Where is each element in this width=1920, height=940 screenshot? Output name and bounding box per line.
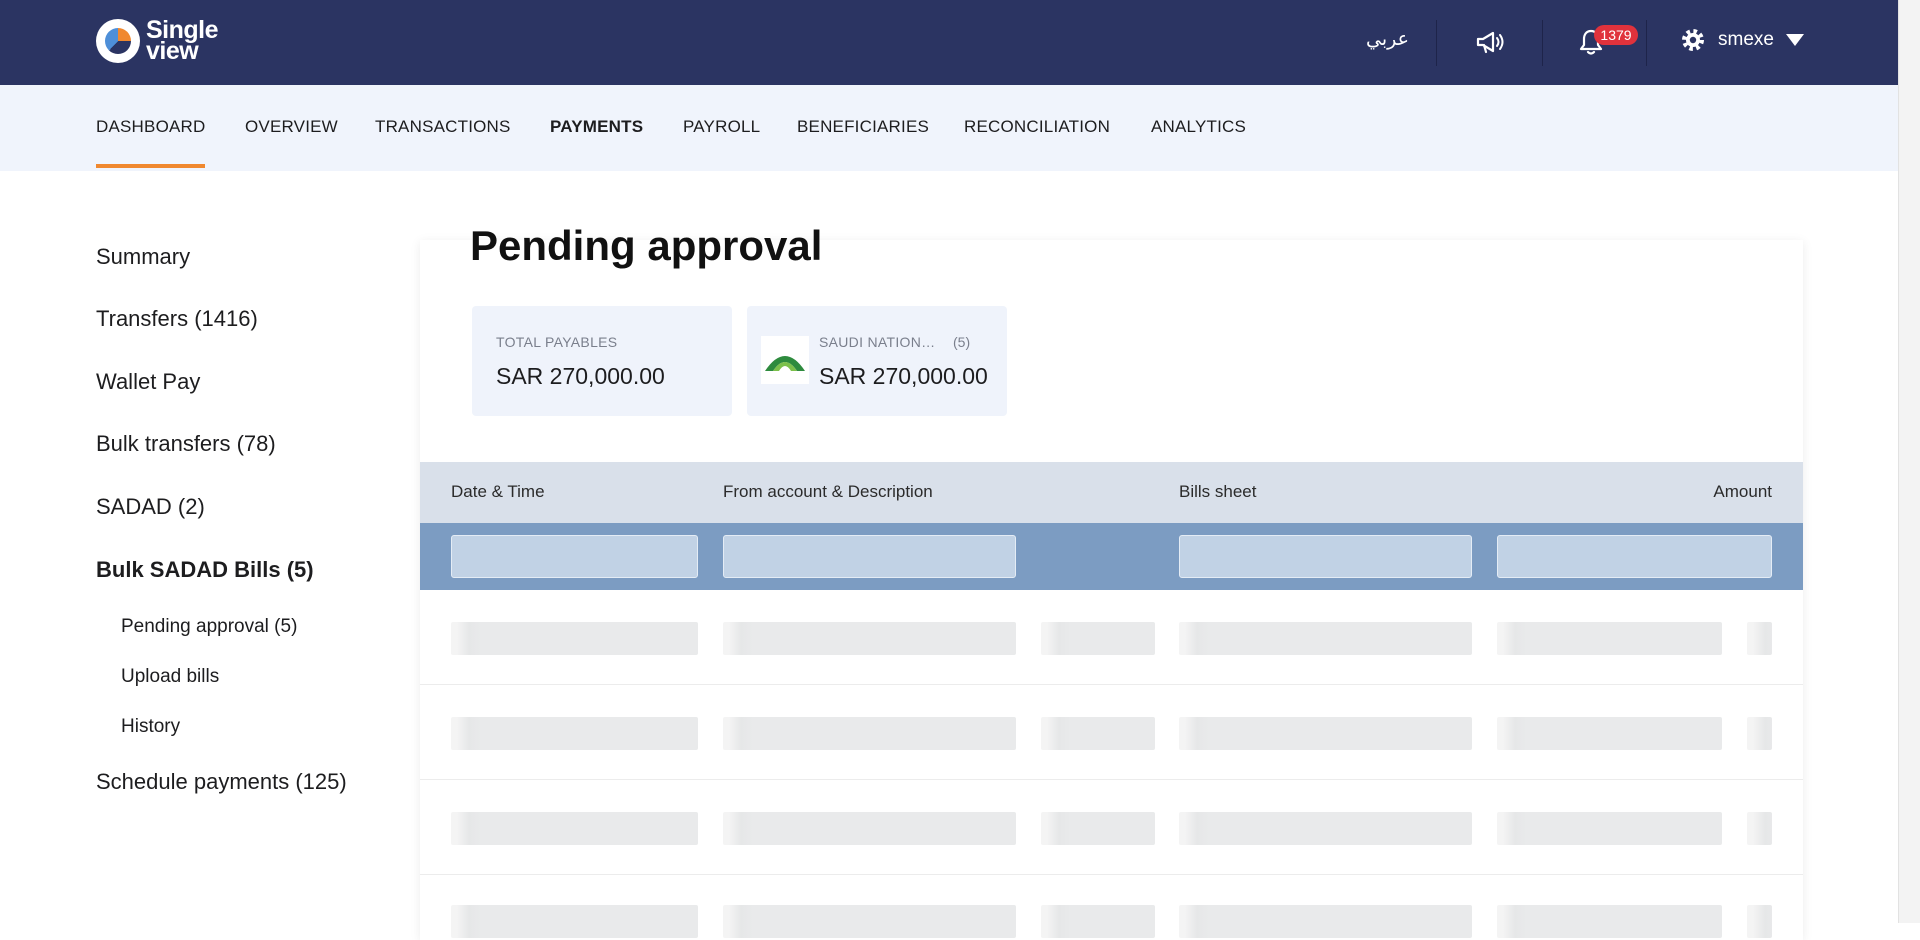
table-row-loading — [420, 685, 1803, 780]
main-nav: DASHBOARD OVERVIEW TRANSACTIONS PAYMENTS… — [0, 85, 1898, 171]
filter-row — [420, 523, 1803, 590]
skeleton-cell — [1497, 812, 1722, 845]
sidebar-item-summary[interactable]: Summary — [96, 244, 190, 270]
sidebar-item-transfers[interactable]: Transfers (1416) — [96, 306, 258, 332]
app-logo[interactable]: Single view — [96, 18, 219, 65]
skeleton-cell — [1041, 905, 1155, 938]
nav-beneficiaries[interactable]: BENEFICIARIES — [797, 117, 929, 137]
skeleton-cell — [1747, 812, 1772, 845]
skeleton-cell — [1179, 622, 1472, 655]
table-header: Date & Time From account & Description B… — [420, 462, 1803, 523]
table-row-loading — [420, 875, 1803, 938]
nav-analytics[interactable]: ANALYTICS — [1151, 117, 1246, 137]
skeleton-cell — [1041, 717, 1155, 750]
sidebar-subitem-upload-bills[interactable]: Upload bills — [121, 666, 219, 688]
skeleton-cell — [451, 905, 698, 938]
skeleton-cell — [1179, 812, 1472, 845]
language-toggle[interactable]: عربي — [1366, 28, 1409, 51]
date-filter-input[interactable] — [451, 535, 698, 578]
page-title: Pending approval — [470, 222, 823, 269]
skeleton-cell — [723, 622, 1016, 655]
sidebar-item-sadad[interactable]: SADAD (2) — [96, 494, 205, 520]
skeleton-cell — [1041, 812, 1155, 845]
bills-sheet-filter-input[interactable] — [1179, 535, 1472, 578]
bank-count: (5) — [953, 334, 971, 350]
skeleton-cell — [1747, 905, 1772, 938]
skeleton-cell — [1497, 905, 1722, 938]
sidebar-subitem-history[interactable]: History — [121, 716, 180, 738]
skeleton-cell — [1179, 905, 1472, 938]
skeleton-cell — [1179, 717, 1472, 750]
sidebar-item-bulk-sadad-bills[interactable]: Bulk SADAD Bills (5) — [96, 557, 314, 583]
column-amount[interactable]: Amount — [1713, 482, 1772, 502]
bank-amount: SAR 270,000.00 — [819, 363, 988, 389]
caret-down-icon — [1785, 34, 1804, 46]
page-scrollbar[interactable] — [1898, 0, 1920, 923]
logo-text-line2: view — [146, 37, 199, 65]
total-payables-label: TOTAL PAYABLES — [496, 334, 618, 350]
logo-icon — [96, 19, 140, 63]
sidebar-item-bulk-transfers[interactable]: Bulk transfers (78) — [96, 431, 276, 457]
nav-payroll[interactable]: PAYROLL — [683, 117, 760, 137]
nav-active-indicator — [96, 164, 205, 168]
nav-dashboard[interactable]: DASHBOARD — [96, 117, 206, 137]
account-filter-input[interactable] — [723, 535, 1016, 578]
divider — [1646, 20, 1647, 66]
megaphone-icon[interactable] — [1473, 24, 1509, 60]
skeleton-cell — [1041, 622, 1155, 655]
skeleton-cell — [1747, 622, 1772, 655]
skeleton-cell — [1497, 622, 1722, 655]
bank-summary-card[interactable]: SAUDI NATION… (5) SAR 270,000.00 — [747, 306, 1007, 416]
column-from-account[interactable]: From account & Description — [723, 482, 933, 502]
nav-reconciliation[interactable]: RECONCILIATION — [964, 117, 1110, 137]
skeleton-cell — [451, 717, 698, 750]
username: smexe — [1718, 29, 1774, 50]
table-row-loading — [420, 590, 1803, 685]
skeleton-cell — [723, 905, 1016, 938]
column-bills-sheet[interactable]: Bills sheet — [1179, 482, 1256, 502]
divider — [1542, 20, 1543, 66]
skeleton-cell — [1747, 717, 1772, 750]
sidebar-item-wallet-pay[interactable]: Wallet Pay — [96, 369, 200, 395]
notification-badge: 1379 — [1594, 25, 1638, 45]
nav-overview[interactable]: OVERVIEW — [245, 117, 338, 137]
gear-icon — [1682, 29, 1704, 51]
skeleton-cell — [723, 717, 1016, 750]
skeleton-cell — [1497, 717, 1722, 750]
total-payables-amount: SAR 270,000.00 — [496, 363, 665, 389]
sidebar-subitem-pending-approval[interactable]: Pending approval (5) — [121, 616, 297, 638]
skeleton-cell — [451, 622, 698, 655]
skeleton-cell — [723, 812, 1016, 845]
top-bar: Single view عربي 1379 smexe — [0, 0, 1898, 85]
bank-name: SAUDI NATION… — [819, 334, 936, 350]
skeleton-cell — [451, 812, 698, 845]
table-row-loading — [420, 780, 1803, 875]
amount-filter-input[interactable] — [1497, 535, 1772, 578]
column-date-time[interactable]: Date & Time — [451, 482, 545, 502]
divider — [1436, 20, 1437, 66]
total-payables-card: TOTAL PAYABLES SAR 270,000.00 — [472, 306, 732, 416]
nav-transactions[interactable]: TRANSACTIONS — [375, 117, 511, 137]
bank-logo-icon — [761, 336, 809, 384]
nav-payments[interactable]: PAYMENTS — [550, 117, 643, 137]
user-menu[interactable]: smexe — [1680, 27, 1804, 53]
sidebar-item-schedule-payments[interactable]: Schedule payments (125) — [96, 769, 347, 795]
